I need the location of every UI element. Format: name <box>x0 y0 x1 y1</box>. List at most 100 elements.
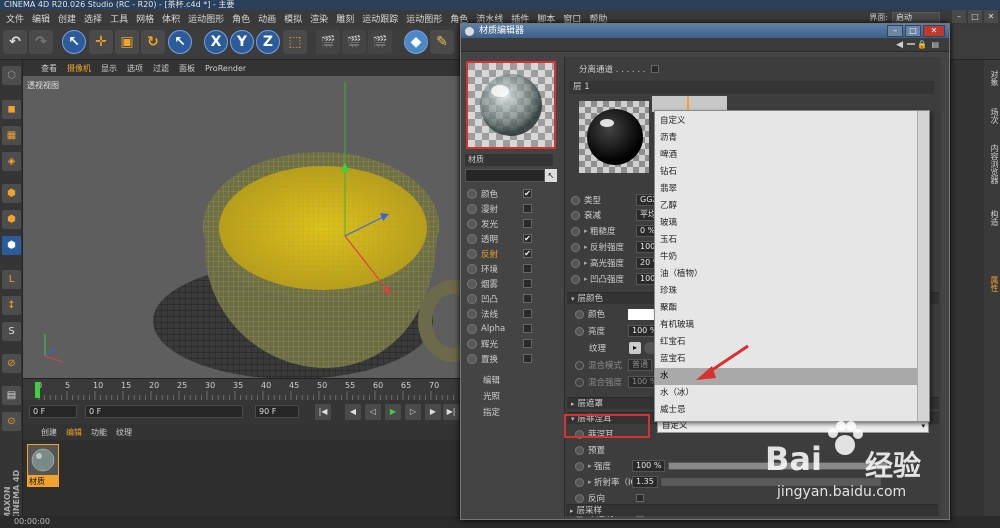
prop-radio[interactable] <box>575 309 584 319</box>
cube-icon[interactable]: ◆ <box>404 30 428 54</box>
channel-radio[interactable] <box>467 293 477 304</box>
tab-takes[interactable]: 场次 <box>984 108 1000 124</box>
prop-radio[interactable] <box>571 242 580 252</box>
channel-radio[interactable] <box>467 248 477 259</box>
tab-objects[interactable]: 对象 <box>984 70 1000 86</box>
material-preview[interactable] <box>466 61 556 149</box>
prev-frame-icon[interactable]: ◁ <box>365 404 381 420</box>
material-name-field[interactable] <box>465 169 545 182</box>
mm-menu-function[interactable]: 功能 <box>91 427 107 438</box>
prop-radio[interactable] <box>571 274 580 284</box>
prop-radio[interactable] <box>575 461 584 471</box>
channel-radio[interactable] <box>467 308 477 319</box>
texture-mode-icon[interactable]: ▦ <box>2 126 21 145</box>
tab-content-browser[interactable]: 内容浏览器 <box>984 144 1000 184</box>
list-item[interactable]: 有机玻璃 <box>655 317 929 334</box>
prop-radio[interactable] <box>571 195 580 205</box>
list-item[interactable]: 聚酯 <box>655 300 929 317</box>
channel-radio[interactable] <box>467 203 477 214</box>
frame-current-field[interactable]: 0 F <box>85 405 243 418</box>
live-selection-icon[interactable]: ↖ <box>62 30 86 54</box>
channel-checkbox[interactable] <box>523 294 532 303</box>
settings-icon[interactable]: ▤ <box>931 40 939 49</box>
snap-icon[interactable]: S <box>2 322 21 341</box>
locked-workplane-icon[interactable]: ⊘ <box>2 354 21 373</box>
redo-icon[interactable]: ↷ <box>29 30 53 54</box>
channel-radio[interactable] <box>467 263 477 274</box>
goto-start-icon[interactable]: |◀ <box>315 404 331 420</box>
channel-glow[interactable]: 辉光 <box>467 336 559 351</box>
tweak-mode-icon[interactable]: ↕ <box>2 296 21 315</box>
list-item[interactable]: 牛奶 <box>655 249 929 266</box>
floor-grid-icon[interactable]: ▤ <box>2 386 21 405</box>
channel-radio[interactable] <box>467 233 477 244</box>
dialog-maximize-icon[interactable]: □ <box>905 25 921 37</box>
viewport-menu-filter[interactable]: 过滤 <box>153 63 169 74</box>
edges-mode-icon[interactable]: ⬢ <box>2 210 21 229</box>
editor-edit-item[interactable]: 编辑 <box>483 374 500 386</box>
channel-checkbox[interactable] <box>523 219 532 228</box>
menu-file[interactable]: 文件 <box>2 12 28 25</box>
render-settings-icon[interactable]: 🎬 <box>368 30 392 54</box>
blend-mode-dropdown[interactable]: 普通 <box>628 359 652 371</box>
channel-diffusion[interactable]: 漫射 <box>467 201 559 216</box>
undo-icon[interactable]: ↶ <box>3 30 27 54</box>
prop-radio[interactable] <box>575 477 584 487</box>
list-item[interactable]: 玉石 <box>655 232 929 249</box>
tab-attributes[interactable]: 属性 <box>984 276 1000 292</box>
prop-radio[interactable] <box>571 258 580 268</box>
viewport[interactable]: 透视视图 <box>23 76 460 378</box>
list-item[interactable]: 珍珠 <box>655 283 929 300</box>
channel-radio[interactable] <box>467 218 477 229</box>
menu-motion-tracking[interactable]: 运动跟踪 <box>358 12 402 25</box>
ior-field[interactable]: 1.35 <box>632 476 658 488</box>
menu-simulate[interactable]: 模拟 <box>280 12 306 25</box>
list-item[interactable]: 油（植物） <box>655 266 929 283</box>
prop-radio[interactable] <box>571 226 580 236</box>
list-item[interactable]: 乙醇 <box>655 198 929 215</box>
channel-checkbox[interactable]: ✔ <box>523 234 532 243</box>
prop-radio[interactable] <box>575 377 584 387</box>
channel-environment[interactable]: 环境 <box>467 261 559 276</box>
list-item[interactable]: 威士忌 <box>655 402 929 419</box>
menu-volume[interactable]: 体积 <box>158 12 184 25</box>
editor-illumination-item[interactable]: 光照 <box>483 390 500 402</box>
viewport-menu-camera[interactable]: 摄像机 <box>67 63 91 74</box>
points-mode-icon[interactable]: ⬢ <box>2 184 21 203</box>
channel-radio[interactable] <box>467 338 477 349</box>
list-item[interactable]: 翡翠 <box>655 181 929 198</box>
mm-menu-texture[interactable]: 纹理 <box>116 427 132 438</box>
prop-radio[interactable] <box>575 360 584 370</box>
channel-checkbox[interactable] <box>523 354 532 363</box>
frame-start-field[interactable]: 0 F <box>29 405 77 418</box>
timeline-playhead[interactable] <box>35 382 40 398</box>
menu-tools[interactable]: 工具 <box>106 12 132 25</box>
channel-checkbox[interactable] <box>523 309 532 318</box>
next-key-icon[interactable]: ▶ <box>425 404 441 420</box>
cursor-arrow-icon[interactable]: ↖ <box>545 169 557 182</box>
channel-checkbox[interactable]: ✔ <box>523 249 532 258</box>
menu-create[interactable]: 创建 <box>54 12 80 25</box>
scale-icon[interactable]: ▣ <box>115 30 139 54</box>
material-thumbnail[interactable] <box>27 444 59 476</box>
viewport-menu-display[interactable]: 显示 <box>101 63 117 74</box>
menu-render[interactable]: 渲染 <box>306 12 332 25</box>
channel-alpha[interactable]: Alpha <box>467 321 559 336</box>
channel-normal[interactable]: 法线 <box>467 306 559 321</box>
separate-pass-checkbox[interactable] <box>651 65 660 73</box>
menu-character[interactable]: 角色 <box>228 12 254 25</box>
viewport-menu-options[interactable]: 选项 <box>127 63 143 74</box>
next-frame-icon[interactable]: ▷ <box>405 404 421 420</box>
dropdown-scrollbar[interactable] <box>917 111 929 421</box>
dialog-minimize-icon[interactable]: – <box>887 25 903 37</box>
recent-tool-icon[interactable]: ↖ <box>168 30 192 54</box>
menu-animate[interactable]: 动画 <box>254 12 280 25</box>
channel-fog[interactable]: 烟雾 <box>467 276 559 291</box>
rotate-icon[interactable]: ↻ <box>141 30 165 54</box>
list-item[interactable]: 钻石 <box>655 164 929 181</box>
invert-checkbox[interactable] <box>636 494 644 502</box>
frame-end-field[interactable]: 90 F <box>255 405 299 418</box>
render-view-icon[interactable]: 🎬 <box>316 30 340 54</box>
render-picture-viewer-icon[interactable]: 🎬 <box>342 30 366 54</box>
coordinate-system-icon[interactable]: ⬚ <box>283 30 307 54</box>
